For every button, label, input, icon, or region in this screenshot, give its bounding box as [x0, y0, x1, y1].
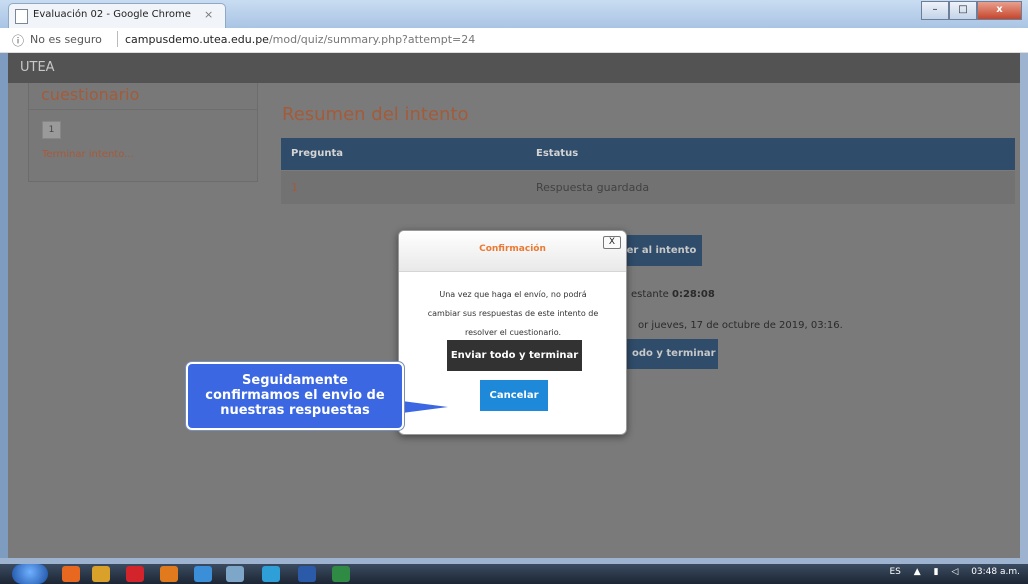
submit-all-button-background[interactable]: odo y terminar — [620, 339, 718, 369]
firefox-icon[interactable] — [62, 566, 80, 582]
time-remaining-value: 0:28:08 — [672, 289, 715, 300]
close-window-button[interactable]: x — [977, 1, 1022, 20]
callout-line: nuestras respuestas — [220, 403, 370, 418]
file-explorer-icon[interactable] — [226, 566, 244, 582]
site-navbar: UTEA — [8, 53, 1020, 83]
time-remaining-label: estante — [631, 289, 669, 300]
dialog-close-button[interactable]: X — [603, 236, 621, 249]
callout-line: Seguidamente — [242, 373, 348, 388]
column-header-question: Pregunta — [291, 148, 343, 159]
internet-explorer-icon[interactable] — [194, 566, 212, 582]
submit-all-and-finish-button[interactable]: Enviar todo y terminar — [447, 340, 582, 371]
time-remaining: estante 0:28:08 — [631, 289, 715, 300]
security-label[interactable]: No es seguro — [30, 33, 102, 46]
quiz-navigation-block: cuestionario 1 Terminar intento... — [28, 83, 258, 182]
media-player-icon[interactable] — [160, 566, 178, 582]
question-number-link[interactable]: 1 — [291, 181, 298, 194]
opera-icon[interactable] — [126, 566, 144, 582]
volume-icon[interactable]: ◁ — [951, 567, 958, 577]
window-titlebar: Evaluación 02 - Google Chrome × – □ x — [0, 0, 1028, 29]
word-icon[interactable] — [298, 566, 316, 582]
chrome-icon[interactable] — [92, 566, 110, 582]
tab-title: Evaluación 02 - Google Chrome — [33, 9, 191, 20]
close-tab-icon[interactable]: × — [204, 8, 213, 21]
url-host: campusdemo.utea.edu.pe — [125, 33, 269, 46]
page-icon — [15, 9, 28, 24]
maximize-button[interactable]: □ — [949, 1, 977, 20]
clock[interactable]: 03:48 a.m. — [971, 567, 1020, 577]
window-controls: – □ x — [921, 1, 1022, 20]
dialog-title: Confirmación — [479, 244, 546, 254]
network-icon[interactable]: ▮ — [934, 567, 939, 577]
address-bar[interactable]: ⓘ No es seguro campusdemo.utea.edu.pe/mo… — [0, 28, 1028, 53]
tray-arrow-icon[interactable]: ▲ — [914, 567, 921, 577]
start-button-icon[interactable] — [12, 564, 48, 584]
question-nav-button[interactable]: 1 — [42, 121, 61, 139]
block-divider — [29, 109, 257, 110]
cancel-button[interactable]: Cancelar — [480, 380, 548, 411]
column-header-status: Estatus — [536, 148, 579, 159]
callout-line: confirmamos el envio de — [205, 388, 385, 403]
status-cell: Respuesta guardada — [536, 181, 650, 194]
address-divider — [117, 31, 118, 47]
windows-taskbar: ES ▲ ▮ ◁ 03:48 a.m. — [0, 564, 1028, 584]
deadline-text: or jueves, 17 de octubre de 2019, 03:16. — [638, 320, 843, 331]
table-row: 1 Respuesta guardada — [281, 171, 1015, 204]
callout-arrow — [402, 401, 448, 413]
block-title: cuestionario — [41, 85, 140, 104]
page-title: Resumen del intento — [282, 104, 469, 125]
url-path: /mod/quiz/summary.php?attempt=24 — [268, 33, 476, 46]
dialog-message-line: Una vez que haga el envío, no podrá — [439, 290, 587, 299]
skype-icon[interactable] — [262, 566, 280, 582]
language-indicator[interactable]: ES — [889, 567, 900, 577]
dialog-message: Una vez que haga el envío, no podrá camb… — [413, 285, 613, 342]
dialog-header: Confirmación X — [399, 231, 626, 272]
browser-tab[interactable]: Evaluación 02 - Google Chrome × — [8, 3, 226, 29]
dialog-message-line: cambiar sus respuestas de este intento d… — [427, 309, 599, 318]
excel-icon[interactable] — [332, 566, 350, 582]
info-icon[interactable]: ⓘ — [12, 32, 24, 49]
tutorial-callout: Seguidamente confirmamos el envio de nue… — [186, 362, 404, 430]
system-tray: ES ▲ ▮ ◁ 03:48 a.m. — [879, 567, 1020, 577]
minimize-button[interactable]: – — [921, 1, 949, 20]
site-brand[interactable]: UTEA — [20, 60, 55, 75]
url-text[interactable]: campusdemo.utea.edu.pe/mod/quiz/summary.… — [125, 33, 475, 46]
window-frame-right — [1020, 53, 1028, 558]
summary-table-header: Pregunta Estatus — [281, 138, 1015, 170]
finish-attempt-link[interactable]: Terminar intento... — [42, 149, 134, 160]
